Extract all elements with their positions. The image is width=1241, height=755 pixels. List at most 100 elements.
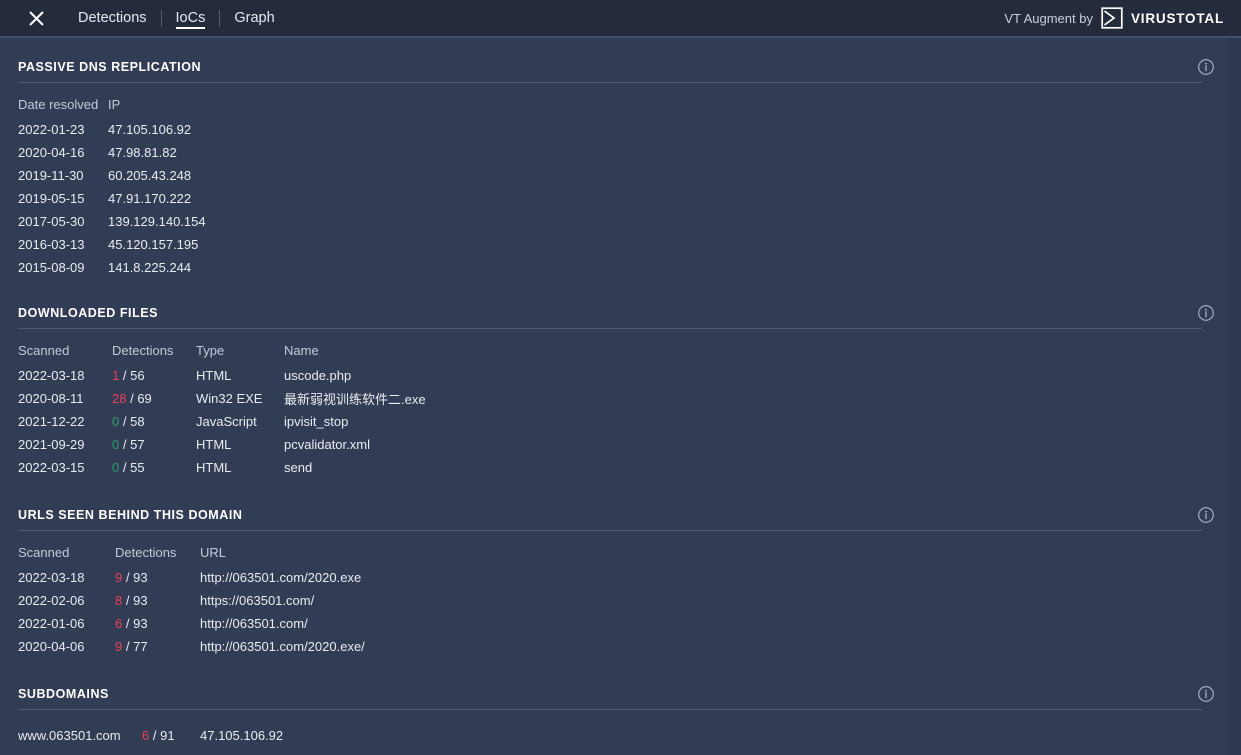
detection-total: / 55 <box>123 460 145 475</box>
info-circle-icon[interactable] <box>1197 304 1215 322</box>
cell-ip: 47.105.106.92 <box>108 118 1229 141</box>
table-row[interactable]: 2019-05-15 47.91.170.222 <box>0 187 1229 210</box>
cell-detections: 28 / 69 <box>112 387 196 410</box>
table-row[interactable]: 2022-01-23 47.105.106.92 <box>0 118 1229 141</box>
table-row[interactable]: 2017-05-30 139.129.140.154 <box>0 210 1229 233</box>
close-icon <box>29 11 44 26</box>
table-row[interactable]: 2021-09-29 0 / 57 HTML pcvalidator.xml <box>0 433 1229 456</box>
cell-name: uscode.php <box>284 364 1229 387</box>
info-circle-icon[interactable] <box>1197 58 1215 76</box>
cell-detections: 9 / 93 <box>115 566 200 589</box>
detection-count: 8 <box>115 593 122 608</box>
cell-name: send <box>284 456 1229 479</box>
cell-ip: 47.98.81.82 <box>108 141 1229 164</box>
column-header-date-resolved: Date resolved <box>0 91 108 118</box>
cell-detections: 6 / 93 <box>115 612 200 635</box>
cell-detections: 1 / 56 <box>112 364 196 387</box>
detection-count: 28 <box>112 391 126 406</box>
subdomains-table: www.063501.com 6 / 91 47.105.106.92 <box>0 724 1229 747</box>
urls-rows: 2022-03-18 9 / 93 http://063501.com/2020… <box>0 566 1229 658</box>
section-header: DOWNLOADED FILES <box>0 296 1229 329</box>
cell-scanned: 2020-04-06 <box>0 635 115 658</box>
detection-total: / 93 <box>126 593 148 608</box>
cell-name: ipvisit_stop <box>284 410 1229 433</box>
section-header: URLS SEEN BEHIND THIS DOMAIN <box>0 498 1229 531</box>
info-circle-icon[interactable] <box>1197 506 1215 524</box>
cell-url: https://063501.com/ <box>200 589 1229 612</box>
top-bar: Detections IoCs Graph VT Augment by <box>0 0 1241 36</box>
detection-count: 0 <box>112 460 119 475</box>
tab-iocs[interactable]: IoCs <box>162 0 220 36</box>
table-row[interactable]: 2020-08-11 28 / 69 Win32 EXE 最新弱视训练软件二.e… <box>0 387 1229 410</box>
cell-ip: 45.120.157.195 <box>108 233 1229 256</box>
tab-graph[interactable]: Graph <box>220 0 288 36</box>
brand-prefix-label: VT Augment by <box>1004 11 1093 26</box>
column-header-scanned: Scanned <box>0 539 115 566</box>
cell-type: Win32 EXE <box>196 387 284 410</box>
table-row[interactable]: 2015-08-09 141.8.225.244 <box>0 256 1229 279</box>
table-row[interactable]: 2022-02-06 8 / 93 https://063501.com/ <box>0 589 1229 612</box>
detection-count: 1 <box>112 368 119 383</box>
detection-count: 9 <box>115 639 122 654</box>
cell-detections: 8 / 93 <box>115 589 200 612</box>
detection-count: 0 <box>112 437 119 452</box>
table-row[interactable]: 2022-03-15 0 / 55 HTML send <box>0 456 1229 479</box>
cell-url: http://063501.com/2020.exe/ <box>200 635 1229 658</box>
table-row[interactable]: 2022-01-06 6 / 93 http://063501.com/ <box>0 612 1229 635</box>
section-divider <box>18 328 1202 329</box>
detection-count: 6 <box>142 728 149 743</box>
vertical-scrollbar[interactable] <box>1229 38 1241 755</box>
detection-total: / 69 <box>130 391 152 406</box>
tab-graph-label: Graph <box>234 10 274 26</box>
column-header-type: Type <box>196 337 284 364</box>
table-row[interactable]: 2020-04-16 47.98.81.82 <box>0 141 1229 164</box>
tab-detections[interactable]: Detections <box>64 0 161 36</box>
vt-augment-panel: Detections IoCs Graph VT Augment by <box>0 0 1241 755</box>
detection-total: / 77 <box>126 639 148 654</box>
column-header-scanned: Scanned <box>0 337 112 364</box>
detection-count: 9 <box>115 570 122 585</box>
cell-subdomain: www.063501.com <box>0 724 142 747</box>
cell-date-resolved: 2022-01-23 <box>0 118 108 141</box>
cell-ip: 47.105.106.92 <box>200 724 1229 747</box>
table-row[interactable]: 2021-12-22 0 / 58 JavaScript ipvisit_sto… <box>0 410 1229 433</box>
cell-ip: 47.91.170.222 <box>108 187 1229 210</box>
table-header-row: Scanned Detections URL <box>0 539 1229 566</box>
section-passive-dns: PASSIVE DNS REPLICATION Date resolved <box>0 50 1229 279</box>
downloaded-files-table-wrap: Scanned Detections Type Name 2022-03-18 … <box>0 329 1229 479</box>
table-row[interactable]: 2020-04-06 9 / 77 http://063501.com/2020… <box>0 635 1229 658</box>
close-button[interactable] <box>18 0 54 36</box>
table-row[interactable]: 2022-03-18 1 / 56 HTML uscode.php <box>0 364 1229 387</box>
table-header-row: Scanned Detections Type Name <box>0 337 1229 364</box>
table-row[interactable]: www.063501.com 6 / 91 47.105.106.92 <box>0 724 1229 747</box>
info-circle-icon[interactable] <box>1197 685 1215 703</box>
table-row[interactable]: 2019-11-30 60.205.43.248 <box>0 164 1229 187</box>
section-title-urls: URLS SEEN BEHIND THIS DOMAIN <box>18 498 242 522</box>
detection-count: 6 <box>115 616 122 631</box>
table-row[interactable]: 2016-03-13 45.120.157.195 <box>0 233 1229 256</box>
table-header-row: Date resolved IP <box>0 91 1229 118</box>
cell-url: http://063501.com/ <box>200 612 1229 635</box>
urls-table: Scanned Detections URL 2022-03-18 9 / 93… <box>0 539 1229 658</box>
table-row[interactable]: 2022-03-18 9 / 93 http://063501.com/2020… <box>0 566 1229 589</box>
cell-date-resolved: 2017-05-30 <box>0 210 108 233</box>
passive-dns-table: Date resolved IP 2022-01-23 47.105.106.9… <box>0 91 1229 279</box>
cell-scanned: 2020-08-11 <box>0 387 112 410</box>
column-header-name: Name <box>284 337 1229 364</box>
downloaded-files-rows: 2022-03-18 1 / 56 HTML uscode.php 2020-0… <box>0 364 1229 479</box>
cell-date-resolved: 2020-04-16 <box>0 141 108 164</box>
tab-bar: Detections IoCs Graph <box>64 0 289 36</box>
cell-type: HTML <box>196 456 284 479</box>
section-header: SUBDOMAINS <box>0 677 1229 710</box>
section-divider <box>18 82 1202 83</box>
detection-total: / 93 <box>126 570 148 585</box>
cell-name: 最新弱视训练软件二.exe <box>284 387 1229 410</box>
cell-ip: 141.8.225.244 <box>108 256 1229 279</box>
column-header-url: URL <box>200 539 1229 566</box>
ioc-content: PASSIVE DNS REPLICATION Date resolved <box>0 38 1229 755</box>
detection-total: / 91 <box>153 728 175 743</box>
section-title-downloaded-files: DOWNLOADED FILES <box>18 296 158 320</box>
tab-iocs-underline <box>176 27 206 29</box>
cell-date-resolved: 2015-08-09 <box>0 256 108 279</box>
cell-detections: 6 / 91 <box>142 724 200 747</box>
